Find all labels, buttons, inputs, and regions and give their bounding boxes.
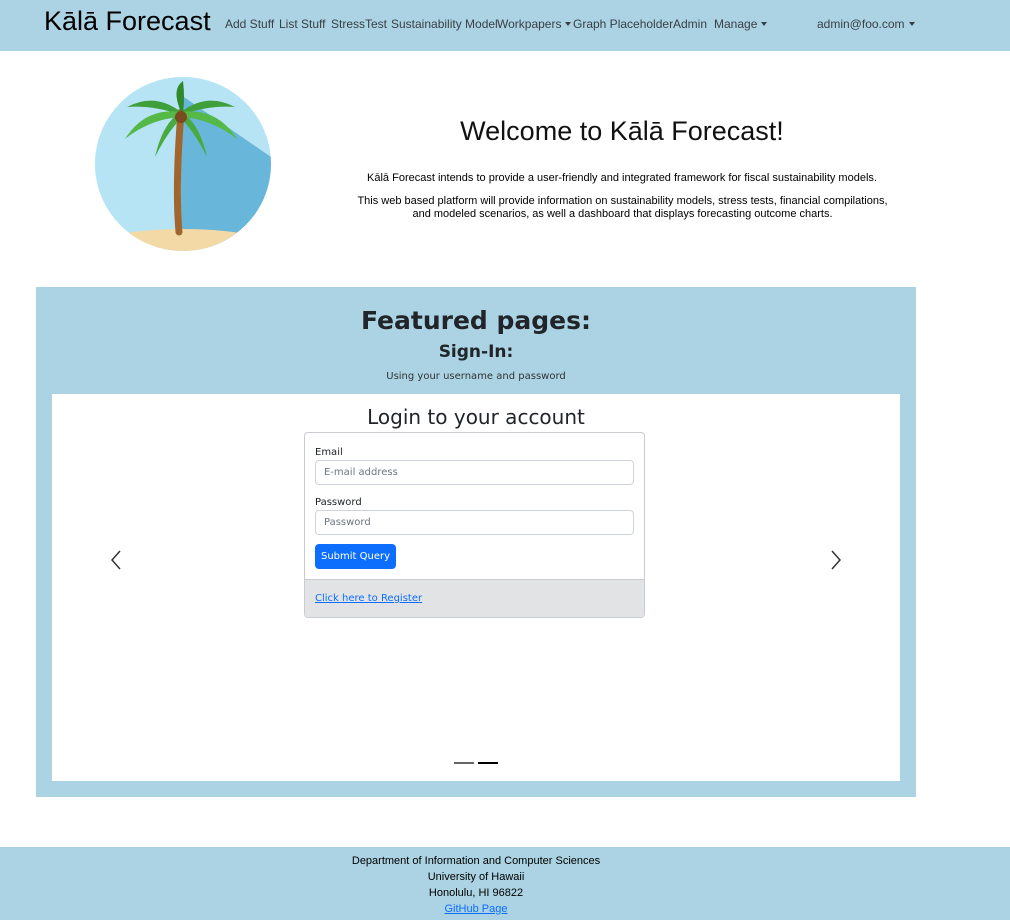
featured-note: Using your username and password [386,371,566,382]
user-email: admin@foo.com [817,17,905,31]
navbar: Kālā Forecast Add Stuff List Stuff Stres… [0,0,1010,51]
nav-admin[interactable]: Admin [673,17,707,31]
register-link[interactable]: Click here to Register [315,593,422,605]
footer-link-row: GitHub Page [0,903,952,916]
featured-subtitle: Sign-In: [438,342,514,362]
caret-down-icon [565,22,572,26]
submit-button[interactable]: Submit Query [315,544,396,569]
chevron-right-icon [831,550,842,570]
brand-title[interactable]: Kālā Forecast [44,5,211,37]
carousel-indicator-1[interactable] [454,762,474,764]
carousel-next-button[interactable] [824,548,848,572]
nav-sustainability-model[interactable]: Sustainability Model [391,17,498,31]
email-label: Email [315,447,343,458]
footer: Department of Information and Computer S… [0,847,1010,920]
nav-workpapers-label: Workpapers [497,17,562,31]
carousel-prev-button[interactable] [104,548,128,572]
nav-manage-dropdown[interactable]: Manage [714,17,768,31]
login-card-footer: Click here to Register [305,579,644,617]
chevron-left-icon [110,550,121,570]
featured-title: Featured pages: [360,306,592,335]
nav-workpapers-dropdown[interactable]: Workpapers [497,17,572,31]
login-card-body: Email Password Submit Query [305,433,644,579]
email-field[interactable] [315,460,634,485]
user-dropdown[interactable]: admin@foo.com [817,17,915,31]
nav-list-stuff[interactable]: List Stuff [279,17,325,31]
login-card: Email Password Submit Query Click here t… [304,432,645,618]
password-field[interactable] [315,510,634,535]
caret-down-icon [761,22,768,26]
nav-graph-placeholder[interactable]: Graph Placeholder [573,17,673,31]
footer-department: Department of Information and Computer S… [351,855,601,867]
password-label: Password [315,497,362,508]
carousel-indicator-2[interactable] [478,762,498,764]
caret-down-icon [908,22,915,26]
featured-section: Featured pages: Sign-In: Using your user… [36,287,916,797]
footer-university: University of Hawaii [427,871,525,883]
footer-address: Honolulu, HI 96822 [428,887,524,899]
welcome-title: Welcome to Kālā Forecast! [460,116,784,146]
login-title: Login to your account [367,405,585,429]
nav-manage-label: Manage [714,17,758,31]
platform-paragraph: This web based platform will provide inf… [357,195,888,220]
carousel: Login to your account Email Password Sub… [52,394,900,781]
intro-paragraph: Kālā Forecast intends to provide a user-… [367,172,877,184]
github-link[interactable]: GitHub Page [445,903,508,915]
nav-stresstest[interactable]: StressTest [331,17,387,31]
nav-add-stuff[interactable]: Add Stuff [225,17,274,31]
palm-tree-icon [95,77,271,251]
